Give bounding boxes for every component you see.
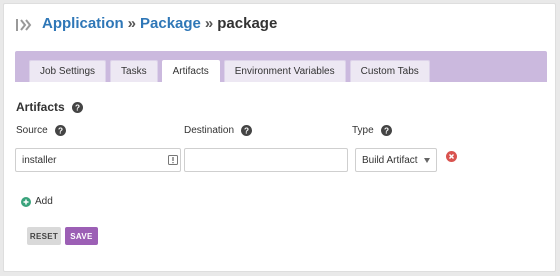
- svg-text:?: ?: [75, 103, 80, 112]
- type-label-text: Type: [352, 125, 374, 136]
- destination-label-text: Destination: [184, 125, 235, 136]
- destination-input[interactable]: [184, 148, 348, 172]
- job-settings-card: Application » Package » package Job Sett…: [3, 3, 556, 272]
- tab-artifacts[interactable]: Artifacts: [161, 60, 220, 82]
- list-icon[interactable]: [168, 155, 178, 165]
- tab-custom-tabs[interactable]: Custom Tabs: [349, 60, 430, 82]
- type-select[interactable]: Build Artifact: [355, 148, 437, 172]
- tab-job-settings[interactable]: Job Settings: [29, 60, 107, 82]
- breadcrumb-separator: »: [127, 15, 137, 32]
- save-button[interactable]: SAVE: [65, 227, 98, 245]
- add-artifact-button[interactable]: Add: [21, 196, 53, 207]
- tab-tasks[interactable]: Tasks: [110, 60, 158, 82]
- page-header: Application » Package » package: [16, 15, 277, 32]
- breadcrumb-package[interactable]: Package: [140, 15, 201, 32]
- reset-button[interactable]: RESET: [27, 227, 61, 245]
- breadcrumb-application[interactable]: Application: [42, 15, 124, 32]
- question-circle-icon[interactable]: ?: [380, 125, 392, 136]
- svg-text:?: ?: [58, 126, 63, 135]
- source-input[interactable]: [15, 148, 181, 172]
- tab-environment-variables[interactable]: Environment Variables: [223, 60, 346, 82]
- question-circle-icon[interactable]: ?: [71, 101, 83, 113]
- caret-down-icon: [424, 158, 430, 163]
- tab-bar: Job Settings Tasks Artifacts Environment…: [15, 51, 547, 82]
- artifacts-section-title: Artifacts ?: [16, 100, 83, 114]
- type-label: Type ?: [352, 125, 392, 136]
- question-circle-icon[interactable]: ?: [241, 125, 253, 136]
- close-circle-icon[interactable]: [446, 151, 457, 162]
- question-circle-icon[interactable]: ?: [54, 125, 66, 136]
- pipeline-logo-icon: [16, 18, 32, 31]
- type-select-value: Build Artifact: [362, 154, 418, 166]
- tabs: Job Settings Tasks Artifacts Environment…: [29, 60, 434, 82]
- breadcrumb-current: package: [217, 15, 278, 32]
- breadcrumb: Application » Package » package: [42, 15, 277, 32]
- breadcrumb-separator: »: [204, 15, 214, 32]
- svg-text:?: ?: [384, 126, 389, 135]
- artifacts-title-text: Artifacts: [16, 100, 65, 114]
- destination-label: Destination ?: [184, 125, 253, 136]
- svg-text:?: ?: [244, 126, 249, 135]
- source-label: Source ?: [16, 125, 66, 136]
- plus-circle-icon: [21, 196, 31, 207]
- source-label-text: Source: [16, 125, 48, 136]
- add-label: Add: [35, 196, 53, 207]
